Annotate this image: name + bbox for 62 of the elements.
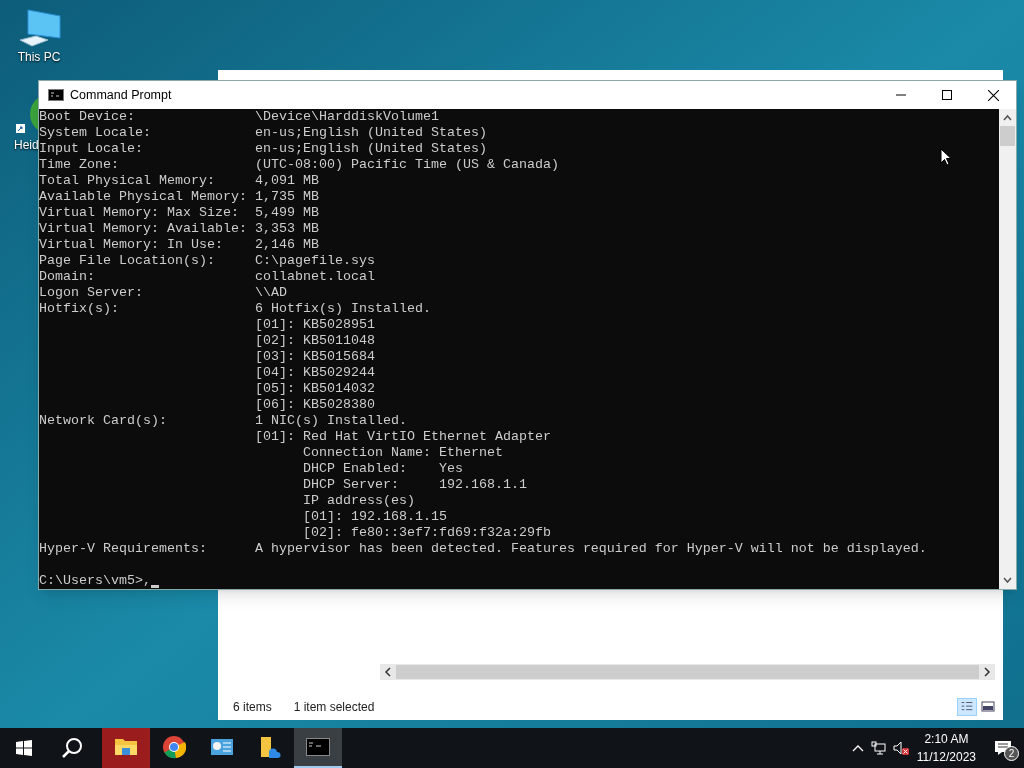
console-line: Boot Device: \Device\HarddiskVolume1 — [39, 109, 439, 125]
console-line: Available Physical Memory: 1,735 MB — [39, 189, 319, 205]
chevron-up-icon[interactable] — [851, 744, 864, 752]
console-line: Hyper-V Requirements: A hypervisor has been detected. Features required for Hyper-V will not be displayed. — [39, 541, 927, 557]
windows-logo-icon — [16, 740, 32, 756]
clock-time[interactable]: 2:10 AM — [924, 730, 969, 748]
desktop-icon-label[interactable]: This PC — [17, 50, 61, 64]
console-line: [04]: KB5029244 — [253, 365, 375, 381]
browser-icon — [162, 735, 186, 759]
console-line: Connection Name: Ethernet — [301, 445, 503, 461]
action-center-button[interactable]: 2 — [988, 728, 1018, 768]
console-app-icon — [48, 89, 64, 101]
desktop-icon-label[interactable]: Heid — [14, 138, 39, 152]
command-prompt-line: C:\Users\vm5>, — [39, 573, 151, 589]
scroll-left-icon[interactable] — [383, 667, 393, 677]
network-icon[interactable] — [870, 741, 887, 755]
console-line: [03]: KB5015684 — [253, 349, 375, 365]
console-line: Hotfix(s): 6 Hotfix(s) Installed. — [39, 301, 431, 317]
folder-cloud-icon — [258, 735, 282, 759]
console-line: Total Physical Memory: 4,091 MB — [39, 173, 319, 189]
console-line: [02]: KB5011048 — [253, 333, 375, 349]
console-line: IP address(es) — [301, 493, 415, 509]
mouse-pointer-icon — [940, 148, 952, 166]
console-line: [01]: KB5028951 — [253, 317, 375, 333]
status-text: 6 items — [233, 699, 272, 716]
console-line: [05]: KB5014032 — [253, 381, 375, 397]
clock-date[interactable]: 11/12/2023 — [916, 748, 976, 766]
console-line: Network Card(s): 1 NIC(s) Installed. — [39, 413, 407, 429]
console-app-icon — [306, 738, 330, 756]
horizontal-scrollbar[interactable] — [380, 664, 995, 680]
notification-count: 2 — [1004, 746, 1019, 761]
console-line: Logon Server: \\AD — [39, 285, 287, 301]
console-line: [02]: fe80::3ef7:fd69:f32a:29fb — [301, 525, 551, 541]
console-line: Domain: collabnet.local — [39, 269, 375, 285]
window-title: Command Prompt — [70, 86, 173, 104]
console-line: DHCP Server: 192.168.1.1 — [301, 477, 527, 493]
muted-speaker-icon[interactable] — [892, 741, 909, 755]
scroll-right-icon[interactable] — [982, 667, 992, 677]
taskbar-app-button[interactable] — [294, 728, 342, 768]
console-line: System Locale: en-us;English (United States) — [39, 125, 487, 141]
scrollbar-thumb[interactable] — [396, 665, 979, 679]
maximize-icon — [942, 90, 952, 100]
console-line: Input Locale: en-us;English (United States) — [39, 141, 487, 157]
close-icon — [987, 89, 999, 101]
text-cursor — [151, 585, 159, 588]
status-text: 1 item selected — [293, 699, 375, 716]
folder-icon — [114, 737, 138, 757]
console-line: Virtual Memory: In Use: 2,146 MB — [39, 237, 319, 253]
scrollbar-thumb[interactable] — [1000, 126, 1015, 146]
console-line: Virtual Memory: Max Size: 5,499 MB — [39, 205, 319, 221]
console-line: [06]: KB5028380 — [253, 397, 375, 413]
details-view-icon[interactable] — [957, 698, 977, 716]
console-line: [01]: Red Hat VirtIO Ethernet Adapter — [253, 429, 551, 445]
taskbar-app-button[interactable] — [102, 728, 150, 768]
console-line: [01]: 192.168.1.15 — [301, 509, 447, 525]
console-line: DHCP Enabled: Yes — [301, 461, 463, 477]
search-icon — [61, 737, 83, 759]
control-panel-icon — [210, 737, 234, 757]
console-line: Page File Location(s): C:\pagefile.sys — [39, 253, 375, 269]
console-line: Time Zone: (UTC-08:00) Pacific Time (US & Canada) — [39, 157, 559, 173]
vertical-scrollbar[interactable] — [999, 109, 1016, 589]
console-line: Virtual Memory: Available: 3,353 MB — [39, 221, 319, 237]
